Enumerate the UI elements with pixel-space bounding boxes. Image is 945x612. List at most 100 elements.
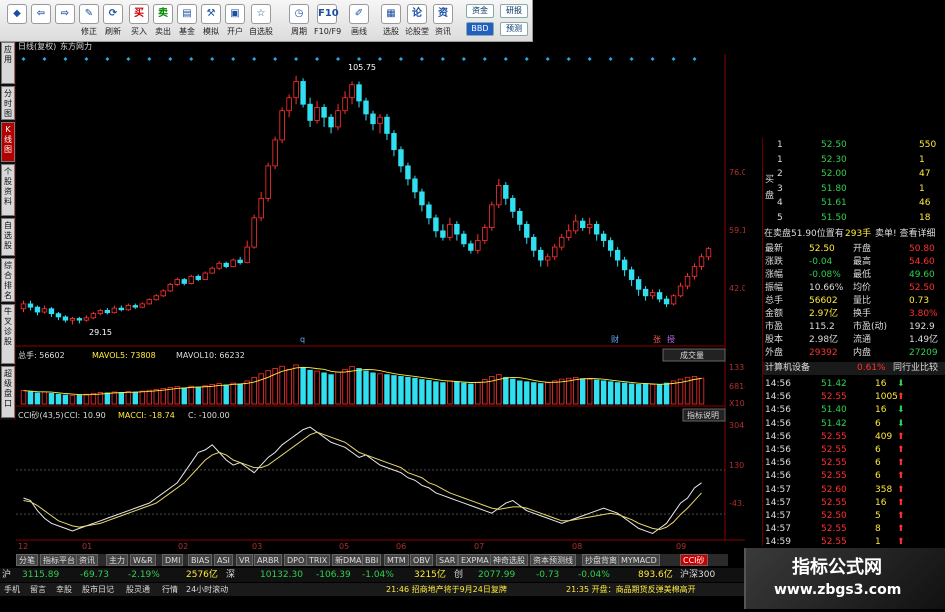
volume-bar	[510, 378, 516, 405]
volume-bar	[328, 374, 334, 405]
indicator-tab-7[interactable]: ASI	[214, 554, 233, 566]
side-tab-5[interactable]: 综合排名	[1, 258, 15, 302]
indicator-tab-1[interactable]: 指标平台	[40, 554, 78, 566]
indicator-tab-12[interactable]: 新DMA	[332, 554, 365, 566]
side-tab-2[interactable]: K线图	[1, 122, 15, 162]
tick-price: 52.50	[821, 511, 847, 521]
status-24h[interactable]: 24小时滚动	[186, 583, 228, 596]
indicator-tab-19[interactable]: 资本预测线	[530, 554, 576, 566]
toolbar-button-3[interactable]: ✎ 修正	[76, 2, 102, 40]
vol-mavol10: MAVOL10: 66232	[176, 351, 245, 360]
side-tab-1[interactable]: 分时图	[1, 86, 15, 120]
status-news-2[interactable]: 21:35 开盘：商品期货反弹美棉高开	[566, 583, 696, 596]
toolbar-button-8[interactable]: ⚒ 模拟	[198, 2, 224, 40]
indicator-tab-3[interactable]: 主力	[106, 554, 128, 566]
indicator-tab-17[interactable]: EXPMA	[458, 554, 492, 566]
side-tab-6[interactable]: 牛叉诊股	[1, 304, 15, 364]
tb-bbd-button[interactable]: BBD	[466, 22, 494, 36]
toolbar-button-6[interactable]: 卖卖出	[150, 2, 176, 40]
side-tab-0[interactable]: 应用	[1, 42, 15, 84]
toolbar-label-12: F10/F9	[314, 27, 342, 36]
toolbar-button-1[interactable]: ⇦	[28, 2, 54, 40]
toolbar-button-10[interactable]: ☆ 自选股	[248, 2, 274, 40]
toolbar-button-15[interactable]: 论论股堂	[404, 2, 430, 40]
status-diary[interactable]: 股市日记	[82, 583, 114, 596]
indicator-tab-9[interactable]: ARBR	[254, 554, 283, 566]
indicator-tab-11[interactable]: TRIX	[306, 554, 331, 566]
indicator-tab-6[interactable]: BIAS	[188, 554, 213, 566]
tick-volume: 6	[875, 471, 881, 482]
x-tick: 02	[178, 542, 188, 551]
toolbar-button-12[interactable]: F10 F10/F9	[314, 2, 342, 40]
indicator-tab-18[interactable]: 神奇选股	[490, 554, 528, 566]
side-tab-3[interactable]: 个股资料	[1, 164, 15, 216]
buy-level-price: 52.30	[821, 154, 847, 165]
volume-bar	[335, 371, 341, 405]
indicator-tab-14[interactable]: MTM	[384, 554, 409, 566]
tick-volume: 16	[875, 405, 887, 416]
position-line: 在卖盘51.90位置有 293手 卖单! 查看详细	[763, 228, 945, 241]
volume-bar	[468, 383, 474, 405]
tb-funds-button[interactable]: 资金	[466, 4, 494, 18]
arrow-up-icon: ⬆	[897, 497, 905, 508]
toolbar-label-3: 修正	[81, 27, 97, 36]
status-news-1[interactable]: 21:46 招商地产将于9月24日复牌	[386, 583, 507, 596]
ticker-cy-change: -0.73	[536, 570, 560, 580]
indicator-tab-0[interactable]: 分笔	[16, 554, 38, 566]
stat-label-2: 最高	[853, 257, 872, 267]
toolbar-button-13[interactable]: ✐ 画线	[346, 2, 372, 40]
stat-row: 涨幅 -0.08% 最低 49.60	[763, 269, 945, 282]
toolbar-icon-0: ◆	[7, 4, 27, 24]
status-message[interactable]: 留言	[30, 583, 46, 596]
cci-tick-2: 130.72	[729, 461, 745, 470]
indicator-tab-8[interactable]: VR	[236, 554, 254, 566]
status-stock[interactable]: 幸股	[56, 583, 72, 596]
tb-research-button[interactable]: 研报	[500, 4, 528, 18]
indicator-tab-21[interactable]: MYMACD	[618, 554, 660, 566]
indicator-tab-16[interactable]: SAR	[436, 554, 459, 566]
toolbar-button-0[interactable]: ◆	[4, 2, 30, 40]
buy-level-volume: 18	[919, 212, 931, 223]
toolbar-button-14[interactable]: ▦ 选股	[378, 2, 404, 40]
indicator-tab-15[interactable]: OBV	[410, 554, 434, 566]
toolbar-button-7[interactable]: ▤ 基金	[174, 2, 200, 40]
candle	[251, 214, 257, 249]
tick-price: 52.55	[821, 458, 847, 469]
buy-level-price: 51.50	[821, 212, 847, 223]
indicator-tab-22[interactable]: CCI砂	[680, 554, 708, 566]
toolbar-button-9[interactable]: ▣ 开户	[222, 2, 248, 40]
toolbar-button-11[interactable]: ◷ 周期	[286, 2, 312, 40]
stat-label: 涨幅	[765, 270, 784, 280]
side-tab-4[interactable]: 自选股	[1, 218, 15, 256]
volume-bar	[62, 394, 69, 405]
arrow-up-icon: ⬆	[897, 445, 905, 455]
tick-time: 14:57	[765, 484, 791, 495]
volume-bar	[628, 383, 635, 405]
stat-value: -0.04	[809, 257, 833, 267]
stat-value-2: 52.50	[909, 283, 935, 293]
status-mobile[interactable]: 手机	[4, 583, 20, 596]
status-quotes[interactable]: 行情	[162, 583, 178, 596]
stat-label: 总手	[765, 296, 784, 306]
toolbar-button-4[interactable]: ⟳ 刷新	[100, 2, 126, 40]
toolbar-button-16[interactable]: 资资讯	[430, 2, 456, 40]
tick-time: 14:57	[765, 511, 791, 521]
toolbar-button-5[interactable]: 买买入	[126, 2, 152, 40]
indicator-tab-13[interactable]: BBI	[362, 554, 382, 566]
stat-row: 最新 52.50 开盘 50.80	[763, 243, 945, 256]
indicator-tab-10[interactable]: DPO	[284, 554, 308, 566]
tb-forecast-button[interactable]: 预测	[500, 22, 528, 36]
indicator-tab-20[interactable]: 抄盘背离	[582, 554, 620, 566]
indicator-tab-2[interactable]: 资讯	[76, 554, 98, 566]
status-gulingtong[interactable]: 股灵通	[126, 583, 150, 596]
indicator-tab-5[interactable]: DMI	[162, 554, 184, 566]
stat-value: 2.97亿	[809, 309, 839, 319]
tick-time: 14:56	[765, 431, 791, 442]
tick-volume: 16	[875, 379, 887, 389]
toolbar-label-6: 卖出	[155, 27, 171, 36]
side-tab-7[interactable]: 超级盘口	[1, 366, 15, 418]
indicator-tab-4[interactable]: W&R	[130, 554, 156, 566]
toolbar-button-2[interactable]: ⇨	[52, 2, 78, 40]
arrow-up-icon: ⬆	[897, 392, 905, 403]
buy-level-row: 2 52.00 47	[763, 168, 945, 181]
